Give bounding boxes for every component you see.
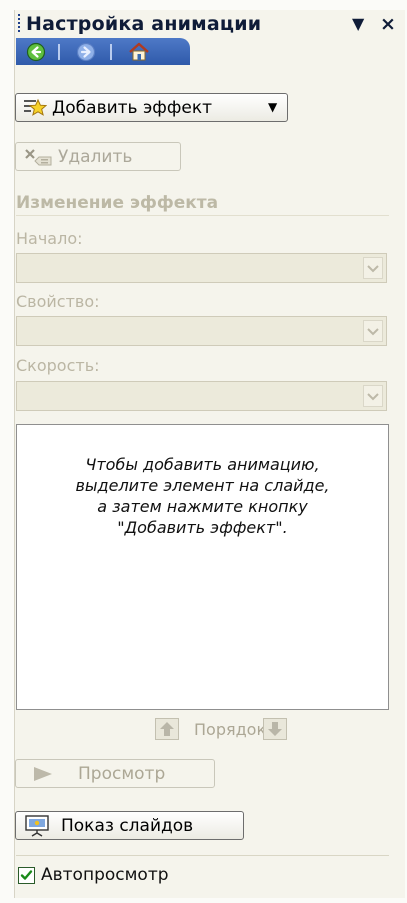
forward-button[interactable] xyxy=(76,42,96,62)
delete-label: Удалить xyxy=(58,147,133,167)
star-effect-icon xyxy=(24,98,47,116)
effects-list[interactable]: Чтобы добавить анимацию, выделите элемен… xyxy=(16,424,389,710)
speed-combobox[interactable] xyxy=(16,381,387,411)
chevron-down-icon[interactable] xyxy=(363,385,383,407)
checkmark-icon xyxy=(20,870,33,880)
arrow-down-icon xyxy=(268,722,282,736)
slideshow-icon xyxy=(25,815,49,837)
home-icon xyxy=(129,42,149,61)
preview-label: Просмотр xyxy=(78,764,166,784)
pane-title: Настройка анимации xyxy=(26,13,262,35)
section-divider xyxy=(16,215,389,216)
move-up-button[interactable] xyxy=(155,718,179,740)
speed-label: Скорость: xyxy=(16,356,100,375)
delete-effect-button[interactable]: Удалить xyxy=(15,142,181,171)
start-label: Начало: xyxy=(16,229,83,248)
autopreview-checkbox[interactable] xyxy=(18,867,35,884)
property-combobox[interactable] xyxy=(16,316,387,346)
drag-grip[interactable] xyxy=(18,14,20,34)
property-label: Свойство: xyxy=(16,292,100,311)
add-effect-label: Добавить эффект xyxy=(52,98,213,118)
chevron-down-icon[interactable] xyxy=(363,257,383,279)
empty-list-hint: Чтобы добавить анимацию, выделите элемен… xyxy=(75,455,330,537)
autopreview-label: Автопросмотр xyxy=(41,865,169,885)
pane-header: Настройка анимации ▼ × xyxy=(14,10,404,38)
pane-menu-button[interactable]: ▼ xyxy=(352,12,364,36)
preview-button[interactable]: Просмотр xyxy=(15,759,215,788)
modify-effect-heading: Изменение эффекта xyxy=(16,193,219,213)
order-label: Порядок xyxy=(194,720,267,739)
move-down-button[interactable] xyxy=(263,718,287,740)
add-effect-button[interactable]: Добавить эффект ▼ xyxy=(15,93,288,122)
pane-nav-bar xyxy=(16,38,190,65)
home-button[interactable] xyxy=(128,42,149,62)
delete-icon xyxy=(25,149,52,166)
start-combobox[interactable] xyxy=(16,253,387,283)
back-button[interactable] xyxy=(26,42,46,62)
nav-separator xyxy=(110,44,112,60)
chevron-down-icon: ▼ xyxy=(268,100,278,114)
bottom-divider xyxy=(16,855,389,856)
nav-separator xyxy=(58,44,60,60)
slideshow-button[interactable]: Показ слайдов xyxy=(15,811,244,840)
back-icon xyxy=(26,42,46,62)
chevron-down-icon[interactable] xyxy=(363,320,383,342)
forward-icon xyxy=(76,42,96,62)
play-icon xyxy=(34,767,52,781)
arrow-up-icon xyxy=(160,722,174,736)
slideshow-label: Показ слайдов xyxy=(61,816,194,836)
pane-close-button[interactable]: × xyxy=(380,12,396,36)
